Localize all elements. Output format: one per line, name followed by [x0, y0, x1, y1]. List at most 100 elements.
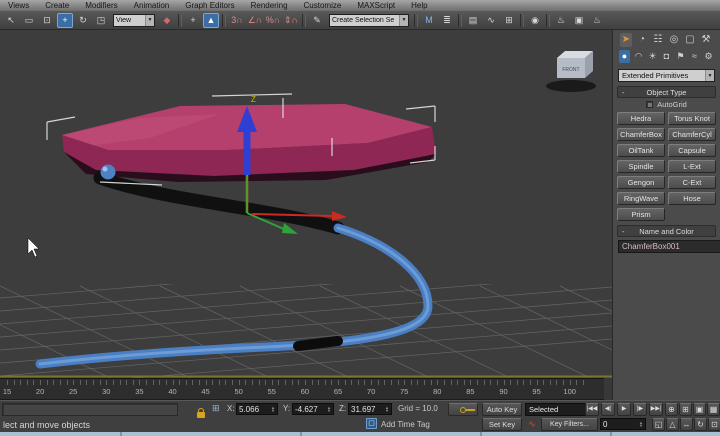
button-spindle[interactable]: Spindle: [617, 160, 665, 173]
menu-customize[interactable]: Customize: [296, 0, 350, 11]
menu-views[interactable]: Views: [0, 0, 37, 11]
time-tag-icon[interactable]: ▢: [366, 418, 377, 429]
shapes-category-icon[interactable]: ◠: [633, 50, 644, 63]
button-ringwave[interactable]: RingWave: [617, 192, 665, 205]
graph-editors-icon[interactable]: ∿: [483, 13, 499, 28]
button-l-ext[interactable]: L-Ext: [668, 160, 716, 173]
z-coord-field[interactable]: 31.697: [348, 403, 392, 415]
set-keys-button[interactable]: [448, 403, 478, 416]
named-selection-sets-dropdown[interactable]: Create Selection Se▼: [329, 14, 409, 27]
button-hose[interactable]: Hose: [668, 192, 716, 205]
lights-category-icon[interactable]: ☀: [647, 50, 658, 63]
arc-rotate-icon[interactable]: ↻: [694, 418, 707, 431]
button-chamferbox[interactable]: ChamferBox: [617, 128, 665, 141]
next-frame-button[interactable]: |▶: [633, 403, 647, 416]
y-coord-field[interactable]: -4.627: [292, 403, 334, 415]
cameras-category-icon[interactable]: ◘: [661, 50, 672, 63]
button-oiltank[interactable]: OilTank: [617, 144, 665, 157]
frame-spinner[interactable]: [639, 421, 643, 427]
button-hedra[interactable]: Hedra: [617, 112, 665, 125]
new-key-filter-curve-icon[interactable]: ∿: [525, 418, 539, 431]
maximize-viewport-icon[interactable]: ⊡: [708, 418, 720, 431]
modify-tab[interactable]: ◔: [636, 33, 648, 47]
menu-animation[interactable]: Animation: [126, 0, 178, 11]
space-warps-category-icon[interactable]: ≈: [689, 50, 700, 63]
add-time-tag[interactable]: Add Time Tag: [381, 420, 430, 429]
maxscript-mini-listener[interactable]: [2, 403, 178, 416]
menu-maxscript[interactable]: MAXScript: [349, 0, 403, 11]
button-c-ext[interactable]: C-Ext: [668, 176, 716, 189]
select-and-move-icon[interactable]: +: [57, 13, 73, 28]
hierarchy-tab[interactable]: ☷: [652, 33, 664, 47]
menu-modifiers[interactable]: Modifiers: [77, 0, 125, 11]
zoom-all-icon[interactable]: ⊞: [679, 403, 692, 416]
zoom-extents-all-icon[interactable]: ▦: [707, 403, 720, 416]
previous-frame-button[interactable]: ◀|: [601, 403, 615, 416]
utilities-tab[interactable]: ⚒: [700, 33, 712, 47]
rendered-frame-window-icon[interactable]: ▣: [571, 13, 587, 28]
hose-end-sphere[interactable]: [101, 165, 116, 180]
edit-named-selection-sets-icon[interactable]: ✎: [309, 13, 325, 28]
x-coord-field[interactable]: 5.066: [236, 403, 278, 415]
current-frame-field[interactable]: 0: [600, 418, 646, 430]
render-production-icon[interactable]: ♨: [589, 13, 605, 28]
use-pivot-point-center-icon[interactable]: ◆: [159, 13, 175, 28]
menu-graph-editors[interactable]: Graph Editors: [177, 0, 242, 11]
auto-key-button[interactable]: Auto Key: [482, 403, 522, 416]
key-filters-button[interactable]: Key Filters...: [541, 418, 598, 431]
motion-tab[interactable]: ◎: [668, 33, 680, 47]
subcategory-dropdown[interactable]: Extended Primitives ▼: [618, 69, 715, 82]
create-tab[interactable]: ➤: [620, 33, 632, 47]
go-to-end-button[interactable]: ▶▶|: [649, 403, 663, 416]
name-color-rollout-header[interactable]: - Name and Color: [617, 225, 716, 237]
viewcube[interactable]: FRONT: [546, 51, 596, 92]
menu-help[interactable]: Help: [403, 0, 435, 11]
field-of-view-icon[interactable]: △: [666, 418, 679, 431]
spinner-snap-icon[interactable]: ⇕∩: [283, 13, 299, 28]
button-torus-knot[interactable]: Torus Knot: [668, 112, 716, 125]
reference-coordinate-dropdown[interactable]: View▼: [113, 14, 155, 27]
select-and-rotate-icon[interactable]: ↻: [75, 13, 91, 28]
x-spinner[interactable]: [271, 406, 275, 412]
set-key-button[interactable]: Set Key: [482, 418, 522, 431]
select-and-scale-icon[interactable]: ◳: [93, 13, 109, 28]
object-name-field[interactable]: [618, 240, 720, 253]
mirror-icon[interactable]: M: [421, 13, 437, 28]
align-icon[interactable]: ≣: [439, 13, 455, 28]
select-object-icon[interactable]: ↖: [3, 13, 19, 28]
zoom-region-icon[interactable]: ◱: [652, 418, 665, 431]
selection-lock-icon[interactable]: [197, 405, 205, 423]
zoom-extents-icon[interactable]: ▣: [693, 403, 706, 416]
y-spinner[interactable]: [327, 406, 331, 412]
pan-icon[interactable]: ↔: [680, 418, 693, 431]
material-editor-icon[interactable]: ◉: [527, 13, 543, 28]
rectangular-selection-region-icon[interactable]: ▭: [21, 13, 37, 28]
play-button[interactable]: ▶: [617, 403, 631, 416]
layer-manager-icon[interactable]: ▤: [465, 13, 481, 28]
percent-snap-icon[interactable]: %∩: [265, 13, 281, 28]
z-spinner[interactable]: [385, 406, 389, 412]
button-gengon[interactable]: Gengon: [617, 176, 665, 189]
menu-rendering[interactable]: Rendering: [243, 0, 296, 11]
helpers-category-icon[interactable]: ⚑: [675, 50, 686, 63]
go-to-start-button[interactable]: |◀◀: [585, 403, 599, 416]
time-slider-track[interactable]: 1520253035404550556065707580859095100: [0, 378, 604, 400]
button-prism[interactable]: Prism: [617, 208, 665, 221]
schematic-view-icon[interactable]: ⊞: [501, 13, 517, 28]
keyboard-shortcut-override-icon[interactable]: ▲: [203, 13, 219, 28]
systems-category-icon[interactable]: ⚙: [703, 50, 714, 63]
render-setup-icon[interactable]: ♨: [553, 13, 569, 28]
button-chamfercyl[interactable]: ChamferCyl: [668, 128, 716, 141]
select-and-manipulate-icon[interactable]: +: [185, 13, 201, 28]
angle-snap-icon[interactable]: ∠∩: [247, 13, 263, 28]
geometry-category-icon[interactable]: ●: [619, 50, 630, 63]
object-type-rollout-header[interactable]: - Object Type: [617, 86, 716, 98]
display-tab[interactable]: ▢: [684, 33, 696, 47]
selection-window-crossing-icon[interactable]: ⊡: [39, 13, 55, 28]
perspective-viewport[interactable]: Z FRONT: [0, 30, 612, 378]
zoom-icon[interactable]: ⊕: [665, 403, 678, 416]
button-capsule[interactable]: Capsule: [668, 144, 716, 157]
absolute-mode-icon[interactable]: ⊞: [212, 403, 220, 414]
menu-create[interactable]: Create: [37, 0, 77, 11]
autogrid-checkbox[interactable]: [646, 101, 653, 108]
